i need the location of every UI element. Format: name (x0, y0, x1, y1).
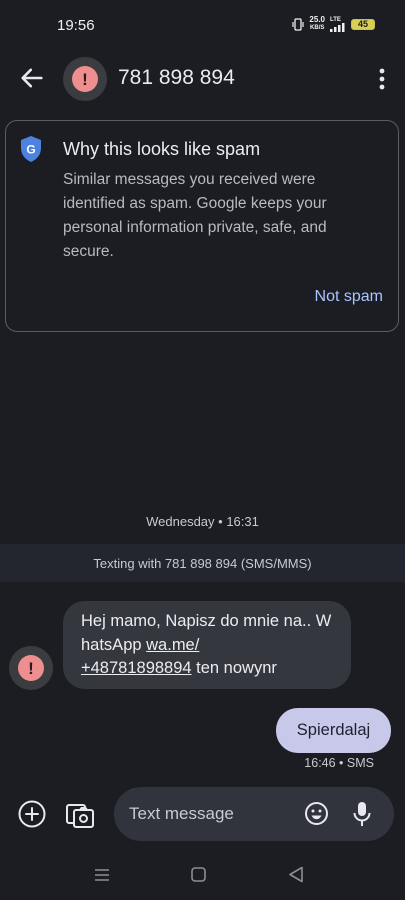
svg-text:G: G (26, 143, 35, 157)
add-circle-icon[interactable] (17, 799, 47, 829)
warning-icon: ! (18, 655, 44, 681)
mic-icon[interactable] (351, 800, 373, 828)
header-title: 781 898 894 (118, 66, 235, 89)
compose-box (114, 787, 394, 841)
battery-indicator: 45 (351, 18, 375, 30)
spam-card-body: Similar messages you received were ident… (63, 171, 327, 260)
outgoing-message[interactable]: Spierdalaj (276, 708, 391, 753)
google-shield-icon: G (21, 136, 41, 162)
spam-card-title: Why this looks like spam (63, 139, 261, 159)
outgoing-message-meta: 16:46 • SMS (304, 756, 374, 770)
arrow-left-icon[interactable] (18, 64, 46, 92)
status-icons: 25.0 KB/S LTE 45 (292, 16, 375, 32)
vibrate-icon (292, 17, 305, 31)
recent-apps-icon[interactable] (94, 868, 110, 882)
contact-avatar[interactable]: ! (63, 57, 107, 101)
emoji-icon[interactable] (304, 801, 329, 826)
gallery-icon[interactable] (64, 799, 96, 831)
signal-icon (330, 22, 345, 32)
more-vert-icon[interactable] (377, 66, 387, 92)
message-link-phone[interactable]: +48781898894 (81, 659, 192, 677)
home-icon[interactable] (191, 867, 206, 882)
message-text: Hej mamo, Napisz do mnie na.. W hatsApp (81, 612, 332, 654)
texting-info-bar: Texting with 781 898 894 (SMS/MMS) (0, 544, 405, 582)
back-triangle-icon[interactable] (288, 866, 304, 883)
net-speed: 25.0 KB/S (309, 15, 325, 32)
message-link[interactable]: wa.me/ (146, 636, 199, 654)
message-text-end: ten nowynr (191, 659, 277, 677)
warning-icon: ! (72, 66, 98, 92)
date-separator: Wednesday • 16:31 (146, 514, 259, 529)
incoming-message[interactable]: Hej mamo, Napisz do mnie na.. W hatsApp … (63, 601, 351, 689)
message-input[interactable] (129, 787, 299, 841)
sender-avatar[interactable]: ! (9, 646, 53, 690)
status-time: 19:56 (57, 17, 95, 34)
not-spam-button[interactable]: Not spam (315, 288, 383, 306)
